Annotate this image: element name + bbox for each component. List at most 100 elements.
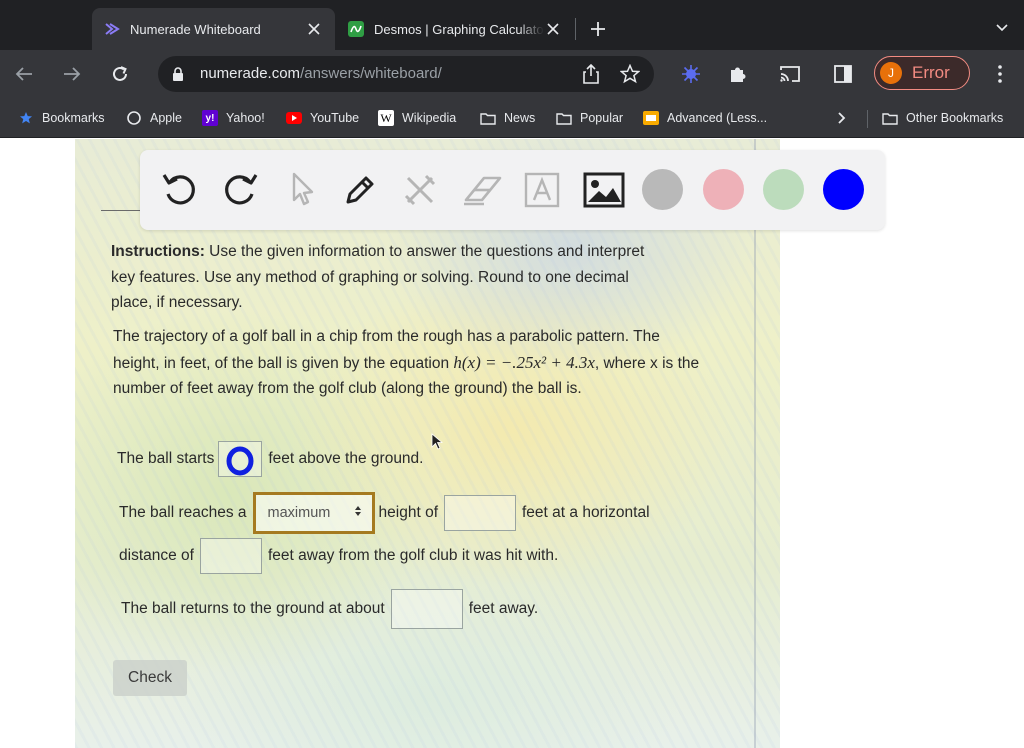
extension-sparkle-icon[interactable] [679,62,703,86]
color-swatch-pink[interactable] [703,169,744,210]
color-swatch-green[interactable] [763,169,804,210]
q1-label: The ball starts [117,450,215,467]
problem-paragraph: The trajectory of a golf ball in a chip … [113,324,703,402]
bookmark-label: Apple [150,111,182,125]
tab-numerade-whiteboard[interactable]: Numerade Whiteboard [92,8,335,50]
extremum-select-value: maximum [267,505,331,521]
forward-arrow-icon [64,67,81,81]
close-icon[interactable] [544,20,562,38]
q4-label: The ball returns to the ground at about [121,600,385,617]
tools-icon [404,174,436,206]
whiteboard-canvas[interactable]: Instructions: Use the given information … [0,139,1024,748]
side-panel-icon[interactable] [831,62,855,86]
profile-error-label: Error [912,63,950,82]
tools-button[interactable] [396,166,444,214]
undo-icon [162,174,195,205]
chevron-right-icon [834,110,850,126]
bookmarks-overflow-button[interactable] [834,108,858,128]
pointer-tool[interactable] [276,166,324,214]
new-tab-button[interactable] [586,17,610,41]
photo-rule [101,210,141,211]
undo-button[interactable] [156,166,204,214]
text-icon [524,172,560,208]
extremum-select[interactable]: maximum [252,492,375,534]
bookmark-yahoo[interactable]: y! Yahoo! [202,108,265,128]
q2-mid: height of [378,504,438,521]
bookmark-star-icon[interactable] [619,63,641,89]
text-tool[interactable] [518,166,566,214]
browser-menu-button[interactable] [990,62,1010,86]
horizontal-distance-input[interactable] [199,538,262,574]
max-height-input[interactable] [444,495,516,531]
image-icon [583,172,625,208]
bookmarks-bar: Bookmarks Apple y! Yahoo! YouTube W Wiki… [0,98,1024,138]
extensions-puzzle-icon[interactable] [726,62,750,86]
color-swatch-blue[interactable] [823,169,864,210]
url-host: numerade.com [200,65,301,82]
folder-icon [480,110,496,126]
cast-icon[interactable] [778,62,802,86]
url-text: numerade.com/answers/whiteboard/ [200,65,442,82]
bookmark-advanced[interactable]: Advanced (Less... [643,108,767,128]
desmos-icon [348,21,364,37]
image-tool[interactable] [580,166,628,214]
bookmark-popular[interactable]: Popular [556,108,623,128]
redo-button[interactable] [216,166,264,214]
eraser-tool[interactable] [458,166,506,214]
lock-icon[interactable] [172,67,184,86]
start-height-input[interactable] [218,441,263,477]
reload-button[interactable] [106,60,134,88]
select-arrows-icon [354,505,362,521]
apple-icon [126,110,142,126]
folder-icon [556,110,572,126]
handwritten-mark [226,446,254,476]
q3-suffix: feet away from the golf club it was hit … [267,547,559,564]
back-arrow-icon [15,67,32,81]
folder-icon [882,110,898,126]
bookmark-news[interactable]: News [480,108,535,128]
wikipedia-icon: W [378,110,394,126]
profile-button[interactable]: J Error [874,56,970,90]
photo-edge [754,139,756,748]
url-path: /answers/whiteboard/ [300,65,442,82]
bookmark-label: Other Bookmarks [906,111,1004,125]
bookmarks-divider [867,110,868,128]
address-bar[interactable]: numerade.com/answers/whiteboard/ [158,56,654,92]
back-button[interactable] [10,60,38,88]
cursor-icon [431,433,443,450]
bookmark-youtube[interactable]: YouTube [286,108,359,128]
tab-title: Numerade Whiteboard [130,21,261,37]
bookmark-apple[interactable]: Apple [126,108,182,128]
browser-toolbar: numerade.com/answers/whiteboard/ J Error [0,50,1024,98]
landing-distance-input[interactable] [390,589,463,629]
star-icon [18,110,34,126]
bookmark-wikipedia[interactable]: W Wikipedia [378,108,456,128]
tab-search-button[interactable] [992,18,1012,38]
plus-icon [591,22,605,36]
forward-button[interactable] [58,60,86,88]
instructions-label: Instructions: [111,243,205,260]
bookmark-label: Popular [580,111,624,125]
tab-divider [575,18,576,40]
pen-icon [346,176,374,204]
close-icon[interactable] [305,20,323,38]
bookmark-label: Advanced (Less... [667,111,768,125]
bookmark-label: YouTube [310,111,360,125]
pointer-icon [292,172,314,206]
youtube-icon [286,110,302,126]
q2-suffix: feet at a horizontal [522,504,650,521]
q2-label: The ball reaches a [119,504,247,521]
bookmark-bookmarks[interactable]: Bookmarks [18,108,105,128]
check-button[interactable]: Check [113,660,187,696]
pen-tool[interactable] [336,166,384,214]
bookmark-other-bookmarks[interactable]: Other Bookmarks [882,108,1003,128]
color-swatch-gray[interactable] [642,169,683,210]
share-icon[interactable] [582,63,600,89]
equation: h(x) = −.25x² + 4.3x [453,352,595,372]
bookmark-page-icon [643,110,659,126]
worksheet-photo: Instructions: Use the given information … [75,139,780,748]
whiteboard-toolbar [140,150,885,230]
q1-suffix: feet above the ground. [268,450,424,467]
tab-desmos[interactable]: Desmos | Graphing Calculator [336,8,574,50]
more-vert-icon [998,65,1002,83]
